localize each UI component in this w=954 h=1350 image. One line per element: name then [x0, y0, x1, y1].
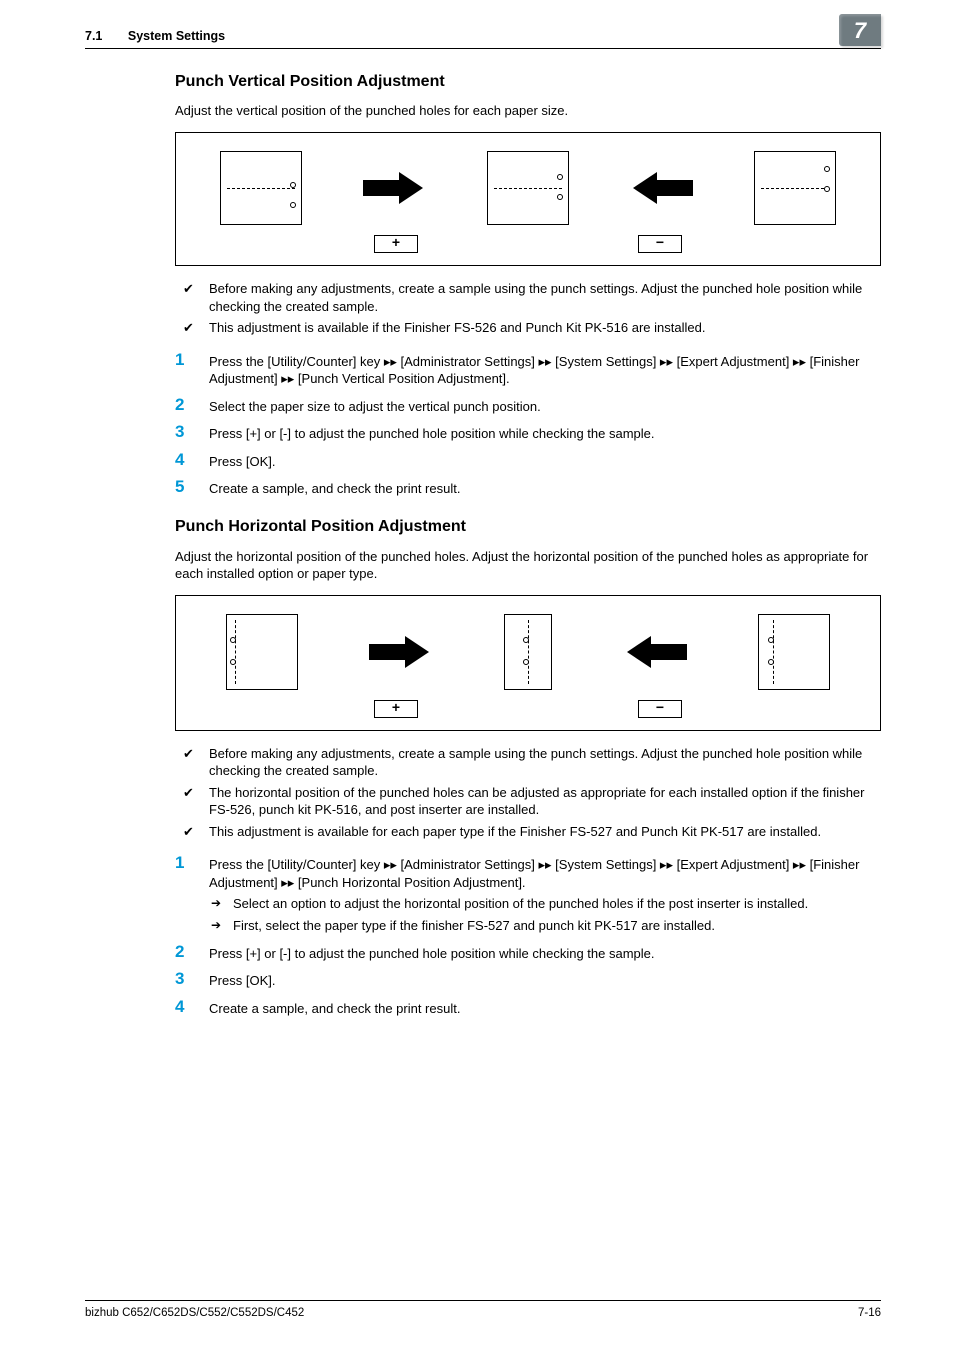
- diagram-paper: [487, 151, 569, 225]
- sub-step: Select an option to adjust the horizonta…: [209, 895, 881, 913]
- plus-button: +: [374, 700, 418, 718]
- step-number: 3: [175, 970, 209, 990]
- step-number: 1: [175, 351, 209, 388]
- step-text: Press [OK].: [209, 451, 881, 471]
- intro-vertical: Adjust the vertical position of the punc…: [175, 102, 881, 120]
- diagram-paper: [504, 614, 552, 690]
- note-item: This adjustment is available if the Fini…: [175, 319, 881, 341]
- sub-step: First, select the paper type if the fini…: [209, 917, 881, 935]
- note-item: The horizontal position of the punched h…: [175, 784, 881, 823]
- notes-list-vertical: Before making any adjustments, create a …: [175, 280, 881, 341]
- minus-button: −: [638, 235, 682, 253]
- step-number: 3: [175, 423, 209, 443]
- step-number: 1: [175, 854, 209, 934]
- note-item: This adjustment is available for each pa…: [175, 823, 881, 845]
- step-text: Select the paper size to adjust the vert…: [209, 396, 881, 416]
- arrow-right-icon: [369, 640, 433, 664]
- page-footer: bizhub C652/C652DS/C552/C552DS/C452 7-16: [85, 1300, 881, 1322]
- section-title: System Settings: [128, 29, 225, 43]
- diagram-horizontal: + −: [175, 595, 881, 731]
- diagram-paper: [758, 614, 830, 690]
- arrow-left-icon: [629, 176, 693, 200]
- step-number: 4: [175, 998, 209, 1018]
- heading-punch-horizontal: Punch Horizontal Position Adjustment: [175, 516, 881, 538]
- step-text: Press the [Utility/Counter] key ▸▸ [Admi…: [209, 854, 881, 934]
- minus-button: −: [638, 700, 682, 718]
- arrow-right-icon: [363, 176, 427, 200]
- page-header: 7.1 System Settings: [85, 28, 881, 49]
- section-number: 7.1: [85, 29, 102, 43]
- footer-page: 7-16: [858, 1306, 881, 1322]
- step-number: 2: [175, 943, 209, 963]
- diagram-paper: [220, 151, 302, 225]
- step-number: 5: [175, 478, 209, 498]
- step-text: Create a sample, and check the print res…: [209, 478, 881, 498]
- step-text: Press [OK].: [209, 970, 881, 990]
- diagram-vertical: + −: [175, 132, 881, 266]
- plus-button: +: [374, 235, 418, 253]
- step-text: Press [+] or [-] to adjust the punched h…: [209, 943, 881, 963]
- diagram-paper: [754, 151, 836, 225]
- note-item: Before making any adjustments, create a …: [175, 745, 881, 784]
- diagram-paper: [226, 614, 298, 690]
- chapter-tab: 7: [839, 14, 881, 46]
- note-item: Before making any adjustments, create a …: [175, 280, 881, 319]
- notes-list-horizontal: Before making any adjustments, create a …: [175, 745, 881, 845]
- intro-horizontal: Adjust the horizontal position of the pu…: [175, 548, 881, 583]
- step-text: Create a sample, and check the print res…: [209, 998, 881, 1018]
- step-number: 2: [175, 396, 209, 416]
- arrow-left-icon: [623, 640, 687, 664]
- footer-model: bizhub C652/C652DS/C552/C552DS/C452: [85, 1306, 304, 1322]
- step-text: Press the [Utility/Counter] key ▸▸ [Admi…: [209, 351, 881, 388]
- step-number: 4: [175, 451, 209, 471]
- heading-punch-vertical: Punch Vertical Position Adjustment: [175, 71, 881, 93]
- step-text: Press [+] or [-] to adjust the punched h…: [209, 423, 881, 443]
